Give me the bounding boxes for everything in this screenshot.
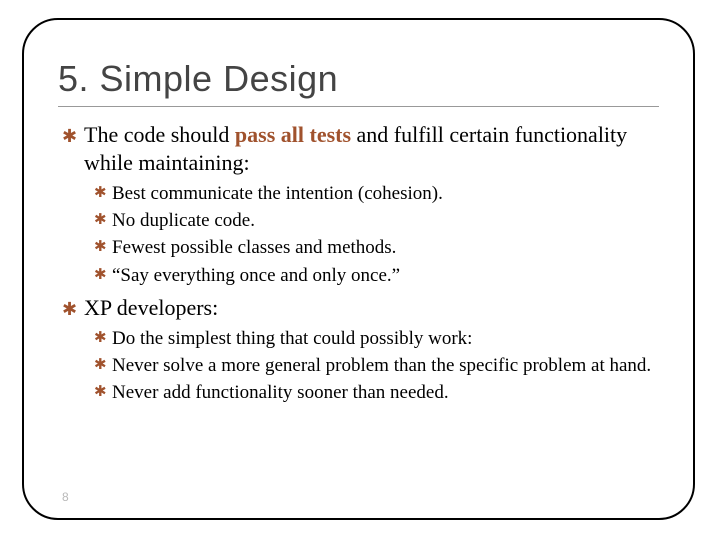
list-item: ✱ Never solve a more general problem tha… bbox=[94, 353, 659, 378]
list-item: ✱ No duplicate code. bbox=[94, 208, 659, 233]
text-segment: XP developers: bbox=[84, 295, 218, 320]
list-item: ✱ Do the simplest thing that could possi… bbox=[94, 326, 659, 351]
bullet-icon: ✱ bbox=[94, 266, 107, 286]
text-segment: The code should bbox=[84, 122, 235, 147]
list-item: ✱ XP developers: ✱ Do the simplest thing… bbox=[62, 294, 659, 405]
list-item-text: Never solve a more general problem than … bbox=[112, 355, 651, 376]
slide-title: 5. Simple Design bbox=[58, 58, 659, 100]
bullet-icon: ✱ bbox=[94, 238, 107, 258]
sub-list: ✱ Do the simplest thing that could possi… bbox=[84, 326, 659, 405]
slide-frame: 5. Simple Design ✱ The code should pass … bbox=[22, 18, 695, 520]
emphasis-text: pass all tests bbox=[235, 122, 351, 147]
slide: 5. Simple Design ✱ The code should pass … bbox=[0, 0, 717, 538]
list-item: ✱ The code should pass all tests and ful… bbox=[62, 121, 659, 288]
list-item-text: Never add functionality sooner than need… bbox=[112, 382, 449, 403]
list-item-text: Do the simplest thing that could possibl… bbox=[112, 328, 472, 349]
bullet-icon: ✱ bbox=[94, 211, 107, 231]
bullet-icon: ✱ bbox=[94, 356, 107, 376]
bullet-icon: ✱ bbox=[94, 184, 107, 204]
sub-list: ✱ Best communicate the intention (cohesi… bbox=[84, 181, 659, 287]
list-item: ✱ “Say everything once and only once.” bbox=[94, 263, 659, 288]
list-item-text: Best communicate the intention (cohesion… bbox=[112, 183, 443, 204]
list-item: ✱ Fewest possible classes and methods. bbox=[94, 235, 659, 260]
bullet-list: ✱ The code should pass all tests and ful… bbox=[58, 121, 659, 405]
title-underline bbox=[58, 106, 659, 107]
bullet-icon: ✱ bbox=[62, 125, 77, 148]
list-item: ✱ Best communicate the intention (cohesi… bbox=[94, 181, 659, 206]
bullet-icon: ✱ bbox=[62, 298, 77, 321]
list-item-text: Fewest possible classes and methods. bbox=[112, 237, 396, 258]
list-item: ✱ Never add functionality sooner than ne… bbox=[94, 380, 659, 405]
bullet-icon: ✱ bbox=[94, 383, 107, 403]
list-item-text: The code should pass all tests and fulfi… bbox=[84, 122, 627, 175]
list-item-text: “Say everything once and only once.” bbox=[112, 265, 400, 286]
list-item-text: XP developers: bbox=[84, 295, 218, 320]
list-item-text: No duplicate code. bbox=[112, 210, 255, 231]
bullet-icon: ✱ bbox=[94, 329, 107, 349]
page-number: 8 bbox=[62, 490, 69, 504]
